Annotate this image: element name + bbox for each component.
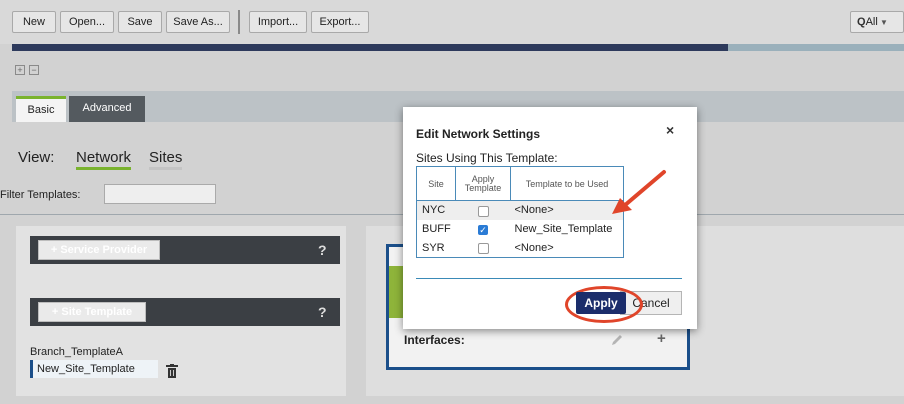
view-sites-link[interactable]: Sites	[149, 149, 183, 170]
table-row[interactable]: SYR <None>	[417, 239, 624, 258]
view-network-link[interactable]: Network	[76, 149, 132, 170]
dialog-divider	[416, 278, 682, 279]
add-interface-icon[interactable]: +	[657, 330, 666, 347]
service-provider-help-icon[interactable]: ?	[318, 242, 327, 258]
add-site-template-button[interactable]: + Site Template	[38, 302, 146, 322]
chevron-down-icon: ▼	[877, 18, 888, 27]
template-item[interactable]: Branch_TemplateA	[30, 346, 123, 358]
view-label: View:	[18, 149, 55, 166]
export-button[interactable]: Export...	[311, 11, 369, 33]
tab-basic[interactable]: Basic	[16, 96, 66, 122]
column-header-apply: Apply Template	[455, 166, 511, 201]
save-as-button[interactable]: Save As...	[166, 11, 230, 33]
interfaces-label: Interfaces:	[404, 333, 465, 347]
filter-templates-input[interactable]	[104, 184, 216, 204]
search-dropdown[interactable]: QAll ▼	[850, 11, 904, 33]
expand-all-icon[interactable]: +	[15, 65, 25, 75]
filter-label: Filter Templates:	[0, 189, 81, 201]
template-item-selected[interactable]: New_Site_Template	[30, 360, 158, 378]
import-button[interactable]: Import...	[249, 11, 307, 33]
table-row[interactable]: BUFF ✓ New_Site_Template	[417, 220, 624, 239]
new-button[interactable]: New	[12, 11, 56, 33]
close-icon[interactable]: ×	[666, 122, 674, 138]
sites-table: Site Apply Template Template to be Used …	[416, 166, 624, 258]
tab-advanced[interactable]: Advanced	[69, 96, 145, 122]
site-template-help-icon[interactable]: ?	[318, 304, 327, 320]
progress-strip-end	[728, 44, 904, 51]
column-header-site: Site	[416, 166, 456, 201]
dialog-title: Edit Network Settings	[416, 127, 541, 141]
trash-icon[interactable]	[166, 364, 178, 378]
search-icon: Q	[857, 16, 866, 28]
dialog-subtitle: Sites Using This Template:	[416, 151, 558, 165]
edit-pencil-icon[interactable]	[610, 333, 624, 347]
annotation-arrow-icon	[612, 170, 666, 214]
apply-checkbox-checked[interactable]: ✓	[478, 224, 488, 235]
toolbar-divider	[238, 10, 240, 34]
save-button[interactable]: Save	[118, 11, 162, 33]
table-row[interactable]: NYC <None>	[416, 200, 624, 220]
open-button[interactable]: Open...	[60, 11, 114, 33]
apply-button[interactable]: Apply	[576, 292, 626, 314]
apply-checkbox[interactable]	[477, 243, 489, 255]
collapse-all-icon[interactable]: −	[29, 65, 39, 75]
add-service-provider-button[interactable]: + Service Provider	[38, 240, 160, 260]
apply-checkbox[interactable]	[477, 205, 489, 217]
